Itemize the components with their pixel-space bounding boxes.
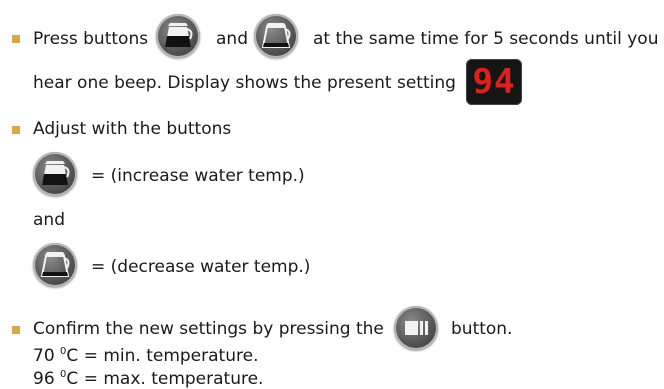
step3-text-a: Confirm the new settings by pressing the <box>33 319 384 339</box>
increase-label: = (increase water temp.) <box>91 166 305 186</box>
max-text: C = max. temperature. <box>66 369 264 389</box>
max-temperature: 96 0C = max. temperature. <box>33 365 263 389</box>
decrease-button-example[interactable] <box>33 243 77 287</box>
step1-and: and <box>216 29 248 49</box>
bullet-2 <box>12 126 20 134</box>
min-value: 70 <box>33 346 55 366</box>
bullet-3 <box>12 326 20 334</box>
min-text: C = min. temperature. <box>66 346 259 366</box>
step1-text-b: at the same time for 5 seconds until you <box>313 29 659 49</box>
step1-text-c: hear one beep. Display shows the present… <box>33 73 456 93</box>
coffee-pot-full-icon <box>42 161 70 185</box>
step2-text: Adjust with the buttons <box>33 119 232 139</box>
increase-button-example[interactable] <box>33 152 77 196</box>
coffee-pot-empty-icon <box>40 252 70 277</box>
temperature-display: 94 <box>466 59 522 105</box>
coffee-pot-full-icon <box>165 23 193 47</box>
max-value: 96 <box>33 369 55 389</box>
step1-text-a: Press buttons <box>33 29 149 49</box>
bullet-1 <box>12 35 20 43</box>
min-temperature: 70 0C = min. temperature. <box>33 342 258 366</box>
and-text: and <box>33 210 65 230</box>
decrease-label: = (decrease water temp.) <box>91 257 311 277</box>
stop-pause-icon <box>405 321 428 335</box>
coffee-pot-empty-icon <box>261 23 291 48</box>
decrease-button[interactable] <box>254 14 298 58</box>
increase-button[interactable] <box>156 14 200 58</box>
step3-text-b: button. <box>451 319 513 339</box>
confirm-button[interactable] <box>394 306 438 350</box>
display-value: 94 <box>472 62 516 102</box>
